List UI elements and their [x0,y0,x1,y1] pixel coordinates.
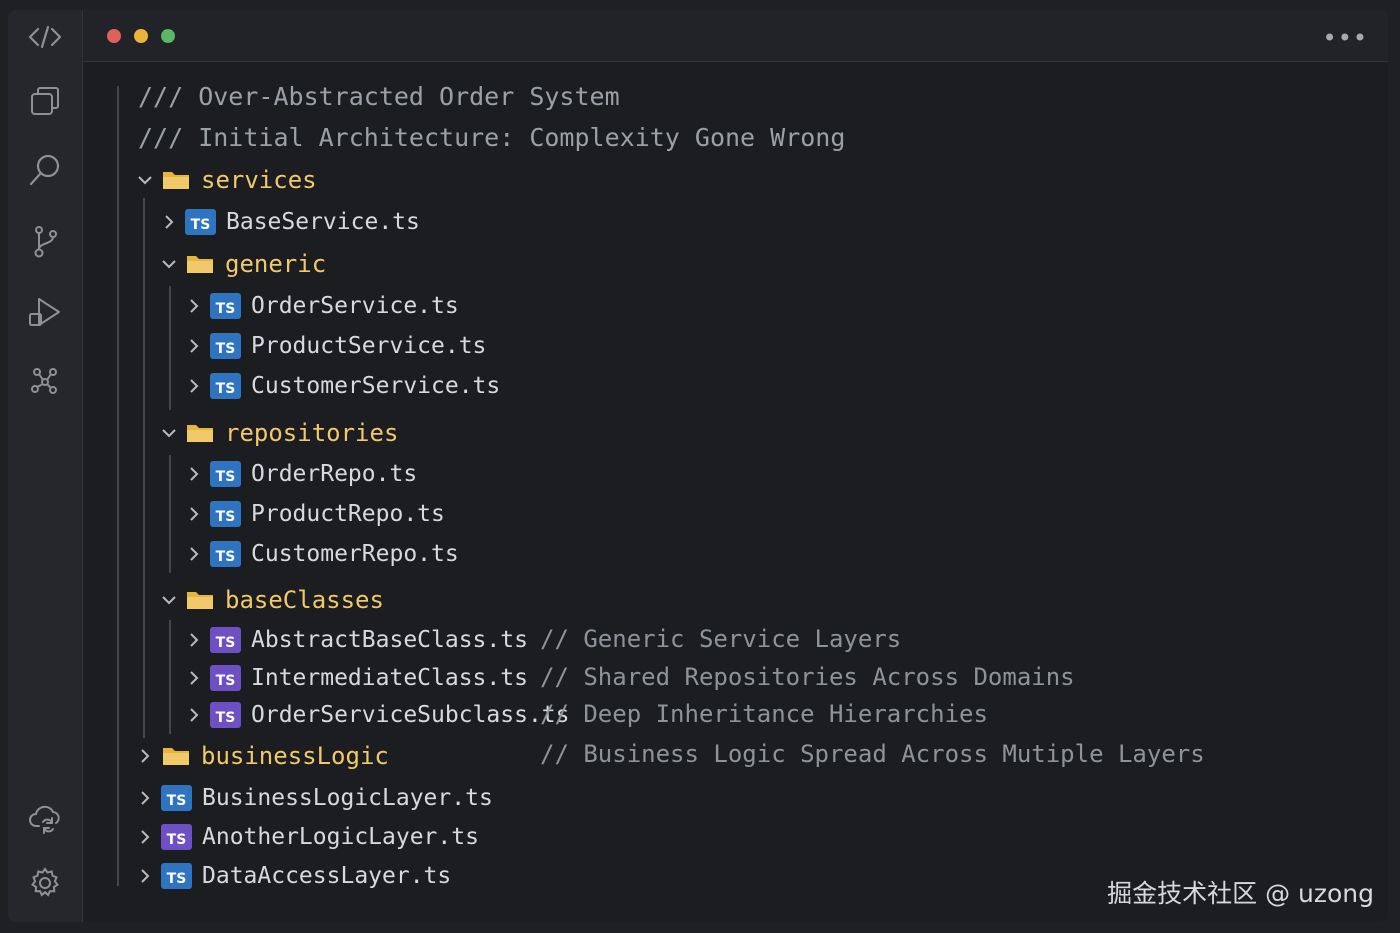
chevron-right-icon [183,704,205,726]
tree-folder-repositories[interactable]: repositories [158,415,398,451]
typescript-file-icon: TS [185,209,216,235]
tree-file-customer-service[interactable]: TS CustomerService.ts [183,368,500,404]
chevron-right-icon [183,629,205,651]
typescript-file-icon: TS [161,863,192,889]
more-horizontal-icon[interactable]: ••• [1323,24,1368,52]
chevron-right-icon [183,543,205,565]
typescript-file-icon: TS [210,373,241,399]
app-window: ••• /// Over-Abstracted Order System ///… [0,0,1400,933]
tree-file-base-service[interactable]: TS BaseService.ts [158,204,420,240]
inline-comment: // Generic Service Layers [540,625,902,653]
tree-label: IntermediateClass.ts [251,665,528,691]
header-comment-2: /// Initial Architecture: Complexity Gon… [138,122,846,152]
activity-bar [8,10,83,922]
typescript-file-icon: TS [210,461,241,487]
folder-icon [163,172,189,189]
tree-label: CustomerRepo.ts [251,541,459,567]
tree-file-order-repo[interactable]: TS OrderRepo.ts [183,456,417,492]
tree-file-product-service[interactable]: TS ProductService.ts [183,328,486,364]
copy-files-icon[interactable] [25,81,65,121]
indent-guide [117,86,119,886]
chevron-down-icon [158,422,180,444]
tree-folder-services[interactable]: services [134,162,317,198]
tree-label: BusinessLogicLayer.ts [202,785,493,811]
tree-label: baseClasses [225,586,384,614]
chevron-right-icon [183,503,205,525]
typescript-file-icon: TS [210,501,241,527]
close-window-button[interactable] [107,29,121,43]
tree-folder-business-logic[interactable]: businessLogic [134,738,389,774]
tree-file-abstract-base-class[interactable]: TS AbstractBaseClass.ts [183,622,528,658]
search-icon[interactable] [25,150,65,190]
extensions-icon[interactable] [25,360,65,400]
typescript-file-icon: TS [210,627,241,653]
inline-comment: // Shared Repositories Across Domains [540,663,1075,691]
git-branch-icon[interactable] [25,222,65,262]
header-comment-1: /// Over-Abstracted Order System [138,81,620,111]
chevron-down-icon [158,589,180,611]
watermark: 掘金技术社区 @ uzong [1107,879,1374,908]
chevron-right-icon [134,865,156,887]
minimize-window-button[interactable] [134,29,148,43]
folder-icon [163,748,189,765]
chevron-right-icon [134,787,156,809]
chevron-right-icon [183,667,205,689]
tree-label: AnotherLogicLayer.ts [202,824,479,850]
play-debug-icon[interactable] [25,292,65,332]
typescript-file-icon: TS [210,541,241,567]
chevron-right-icon [134,826,156,848]
maximize-window-button[interactable] [161,29,175,43]
inline-comment: // Deep Inheritance Hierarchies [540,700,988,728]
chevron-right-icon [134,745,156,767]
cloud-sync-icon[interactable] [25,798,65,838]
indent-guide [169,620,171,734]
typescript-file-icon: TS [161,785,192,811]
typescript-file-icon: TS [210,665,241,691]
title-bar: ••• [84,10,1388,62]
chevron-right-icon [183,375,205,397]
tree-label: OrderService.ts [251,293,459,319]
tree-label: ProductService.ts [251,333,487,359]
indent-guide [169,286,171,410]
folder-icon [187,256,213,273]
gear-icon[interactable] [25,863,65,903]
code-brackets-icon[interactable] [25,17,65,57]
typescript-file-icon: TS [210,333,241,359]
tree-label: businessLogic [201,742,389,770]
tree-label: BaseService.ts [226,209,420,235]
tree-label: services [201,166,317,194]
tree-label: OrderRepo.ts [251,461,418,487]
tree-file-customer-repo[interactable]: TS CustomerRepo.ts [183,536,459,572]
tree-label: AbstractBaseClass.ts [251,627,528,653]
tree-label: ProductRepo.ts [251,501,445,527]
folder-icon [187,425,213,442]
typescript-file-icon: TS [210,702,241,728]
chevron-right-icon [158,211,180,233]
tree-label: repositories [225,419,399,447]
chevron-down-icon [134,169,156,191]
typescript-file-icon: TS [210,293,241,319]
tree-label: DataAccessLayer.ts [202,863,452,889]
chevron-down-icon [158,253,180,275]
tree-file-data-access-layer[interactable]: TS DataAccessLayer.ts [134,858,451,894]
chevron-right-icon [183,295,205,317]
tree-file-intermediate-class[interactable]: TS IntermediateClass.ts [183,660,528,696]
tree-label: CustomerService.ts [251,373,501,399]
tree-label: generic [225,250,327,278]
tree-file-order-service[interactable]: TS OrderService.ts [183,288,459,324]
chevron-right-icon [183,463,205,485]
indent-guide [143,198,145,738]
typescript-file-icon: TS [161,824,192,850]
chevron-right-icon [183,335,205,357]
tree-file-product-repo[interactable]: TS ProductRepo.ts [183,496,445,532]
inline-comment: // Business Logic Spread Across Mutiple … [540,740,1205,768]
indent-guide [169,455,171,573]
tree-file-business-logic-layer[interactable]: TS BusinessLogicLayer.ts [134,780,493,816]
tree-folder-base-classes[interactable]: baseClasses [158,582,384,618]
tree-file-order-service-subclass[interactable]: TS OrderServiceSubclass.ts [183,697,570,733]
tree-folder-generic[interactable]: generic [158,246,326,282]
tree-file-another-logic-layer[interactable]: TS AnotherLogicLayer.ts [134,819,479,855]
tree-label: OrderServiceSubclass.ts [251,702,570,728]
folder-icon [187,592,213,609]
